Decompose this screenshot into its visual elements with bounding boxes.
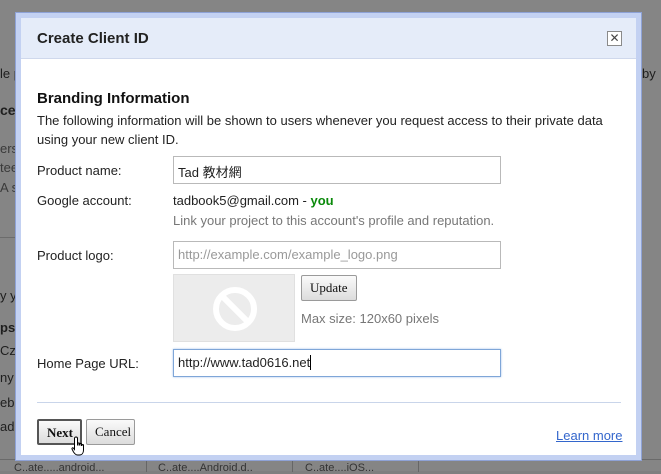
bg-text-fragment: y y bbox=[0, 288, 17, 303]
google-account-hint: Link your project to this account's prof… bbox=[173, 213, 495, 228]
description-text: The following information will be shown … bbox=[37, 113, 603, 147]
product-logo-placeholder: http://example.com/example_logo.png bbox=[178, 247, 398, 262]
product-logo-label: Product logo: bbox=[37, 248, 114, 263]
dialog-title: Create Client ID bbox=[37, 30, 149, 47]
footer-divider bbox=[37, 402, 621, 403]
section-title: Branding Information bbox=[37, 90, 190, 107]
hand-cursor-icon bbox=[71, 436, 84, 456]
bg-text-fragment: by bbox=[642, 66, 656, 81]
home-page-url-value: http://www.tad0616.net bbox=[178, 355, 311, 370]
google-account-label: Google account: bbox=[37, 193, 132, 208]
text-caret bbox=[310, 355, 312, 370]
google-account-value: tadbook5@gmail.com - you bbox=[173, 193, 334, 208]
learn-more-link[interactable]: Learn more bbox=[556, 428, 622, 443]
product-name-value: Tad 教材網 bbox=[178, 165, 242, 180]
max-size-text: Max size: 120x60 pixels bbox=[301, 311, 440, 326]
bg-divider bbox=[0, 237, 16, 238]
bg-tab: C..ate....iOS... bbox=[305, 462, 375, 474]
account-email: tadbook5@gmail.com bbox=[173, 193, 299, 208]
home-page-url-input[interactable]: http://www.tad0616.net bbox=[173, 349, 501, 377]
logo-preview bbox=[173, 274, 295, 342]
close-icon[interactable]: ✕ bbox=[607, 31, 622, 46]
bg-bottom-tabs: C..ate.....android... C..ate....Android.… bbox=[0, 459, 661, 474]
home-page-url-label: Home Page URL: bbox=[37, 356, 139, 371]
create-client-id-dialog: Create Client ID ✕ Branding Information … bbox=[15, 12, 642, 461]
product-name-input[interactable]: Tad 教材網 bbox=[173, 156, 501, 184]
no-image-icon bbox=[213, 287, 257, 331]
you-badge: you bbox=[310, 193, 334, 208]
bg-text-fragment: ps bbox=[0, 320, 16, 335]
product-name-label: Product name: bbox=[37, 163, 122, 178]
account-separator: - bbox=[298, 193, 311, 208]
bg-tab: C..ate....Android.d.. bbox=[158, 462, 253, 474]
cancel-button[interactable]: Cancel bbox=[86, 419, 135, 445]
dialog-header: Create Client ID ✕ bbox=[21, 18, 636, 59]
product-logo-input[interactable]: http://example.com/example_logo.png bbox=[173, 241, 501, 269]
bg-tab: C..ate.....android... bbox=[14, 462, 105, 474]
update-button[interactable]: Update bbox=[301, 275, 357, 301]
